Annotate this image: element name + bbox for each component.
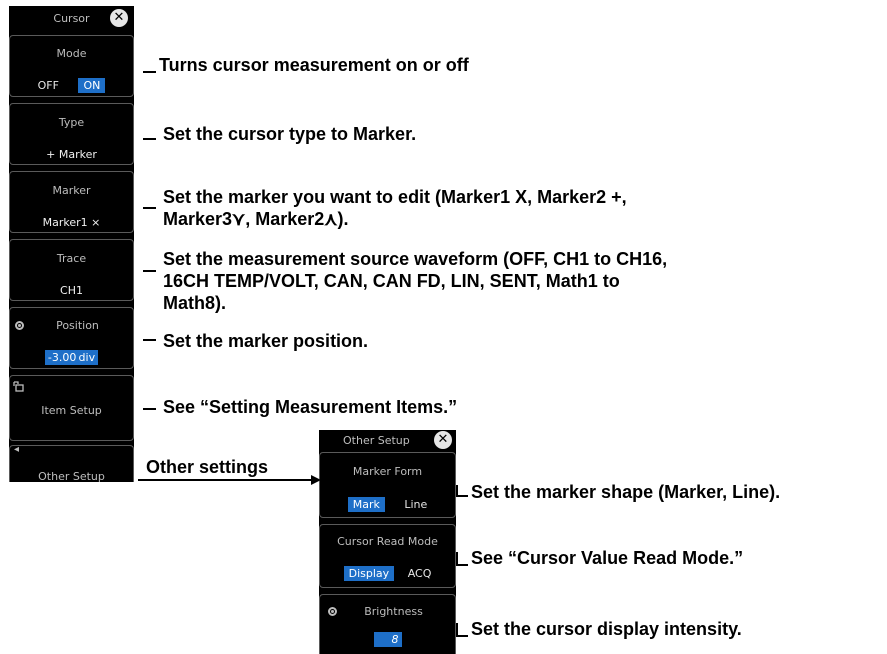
mode-title: Mode <box>56 47 87 60</box>
marker-value: Marker1 × <box>42 216 101 229</box>
mode-on-option[interactable]: ON <box>78 78 106 93</box>
leader-bracket-brightness <box>456 623 458 637</box>
read-mode-acq-option[interactable]: ACQ <box>408 567 432 580</box>
annotation-item-setup: See “Setting Measurement Items.” <box>163 397 458 417</box>
annotation-marker-form: Set the marker shape (Marker, Line). <box>471 482 781 502</box>
cursor-panel-title: Cursor <box>53 11 90 25</box>
mode-off-option[interactable]: OFF <box>38 79 59 92</box>
read-mode-title: Cursor Read Mode <box>337 535 438 548</box>
leader-line-position <box>143 339 156 341</box>
trace-value: CH1 <box>60 284 83 297</box>
marker-title: Marker <box>52 184 91 197</box>
annotation-mode: Turns cursor measurement on or off <box>159 55 469 75</box>
arrow-head-icon <box>311 475 321 485</box>
annotation-marker-line1: Set the marker you want to edit (Marker1… <box>163 187 627 207</box>
marker-section[interactable]: Marker Marker1 × <box>9 171 134 233</box>
left-arrow-icon: ◂ <box>14 444 20 455</box>
leader-line-marker <box>143 207 156 209</box>
marker-form-section[interactable]: Marker Form Mark Line <box>319 452 456 518</box>
mode-options: OFF ON <box>10 78 133 93</box>
leader-bracket-marker-form <box>456 485 458 497</box>
read-mode-display-option[interactable]: Display <box>343 566 395 581</box>
trace-title: Trace <box>56 252 87 265</box>
annotation-other-settings: Other settings <box>146 457 269 477</box>
other-panel-title: Other Setup <box>343 433 410 447</box>
close-icon[interactable]: ✕ <box>110 9 128 27</box>
mode-section[interactable]: Mode OFF ON <box>9 35 134 97</box>
leader-line-other-settings <box>138 479 313 481</box>
position-section[interactable]: Position -3.00 div <box>9 307 134 369</box>
annotation-brightness: Set the cursor display intensity. <box>471 619 742 639</box>
annotation-read-mode: See “Cursor Value Read Mode.” <box>471 548 744 568</box>
annotation-trace-line2: 16CH TEMP/VOLT, CAN, CAN FD, LIN, SENT, … <box>163 271 620 291</box>
annotation-marker-line2: Marker3⋎, Marker2⋏). <box>163 209 349 229</box>
other-setup-panel: Other Setup ✕ Marker Form Mark Line Curs… <box>319 430 456 654</box>
other-setup-label: Other Setup <box>38 470 105 483</box>
item-setup-icon <box>13 381 24 392</box>
type-value: + Marker <box>46 148 97 161</box>
marker-form-title: Marker Form <box>352 465 423 478</box>
brightness-value[interactable]: 8 <box>373 632 402 647</box>
marker-form-mark-option[interactable]: Mark <box>347 497 385 512</box>
other-setup-button[interactable]: ◂ Other Setup <box>9 444 134 483</box>
type-title: Type <box>58 116 85 129</box>
annotation-position: Set the marker position. <box>163 331 369 351</box>
annotation-trace-line1: Set the measurement source waveform (OFF… <box>163 249 668 269</box>
read-mode-section[interactable]: Cursor Read Mode Display ACQ <box>319 524 456 588</box>
type-section[interactable]: Type + Marker <box>9 103 134 165</box>
leader-line-mode <box>143 71 156 73</box>
leader-bracket-read-mode <box>456 552 458 566</box>
trace-section[interactable]: Trace CH1 <box>9 239 134 301</box>
item-setup-button[interactable]: Item Setup <box>9 375 134 441</box>
brightness-section[interactable]: Brightness 8 <box>319 594 456 654</box>
annotation-trace-line3: Math8). <box>163 293 226 313</box>
position-value[interactable]: -3.00 div <box>44 350 99 365</box>
marker-form-line-option[interactable]: Line <box>404 498 427 511</box>
item-setup-label: Item Setup <box>41 404 102 417</box>
cursor-panel: Cursor ✕ Mode OFF ON Type + Marker Marke… <box>9 6 134 483</box>
leader-line-trace <box>143 270 156 272</box>
annotation-type: Set the cursor type to Marker. <box>163 124 417 144</box>
close-icon[interactable]: ✕ <box>434 431 452 449</box>
brightness-title: Brightness <box>364 605 423 618</box>
leader-line-type <box>143 138 156 140</box>
position-title: Position <box>56 319 99 332</box>
leader-line-item-setup <box>143 408 156 410</box>
